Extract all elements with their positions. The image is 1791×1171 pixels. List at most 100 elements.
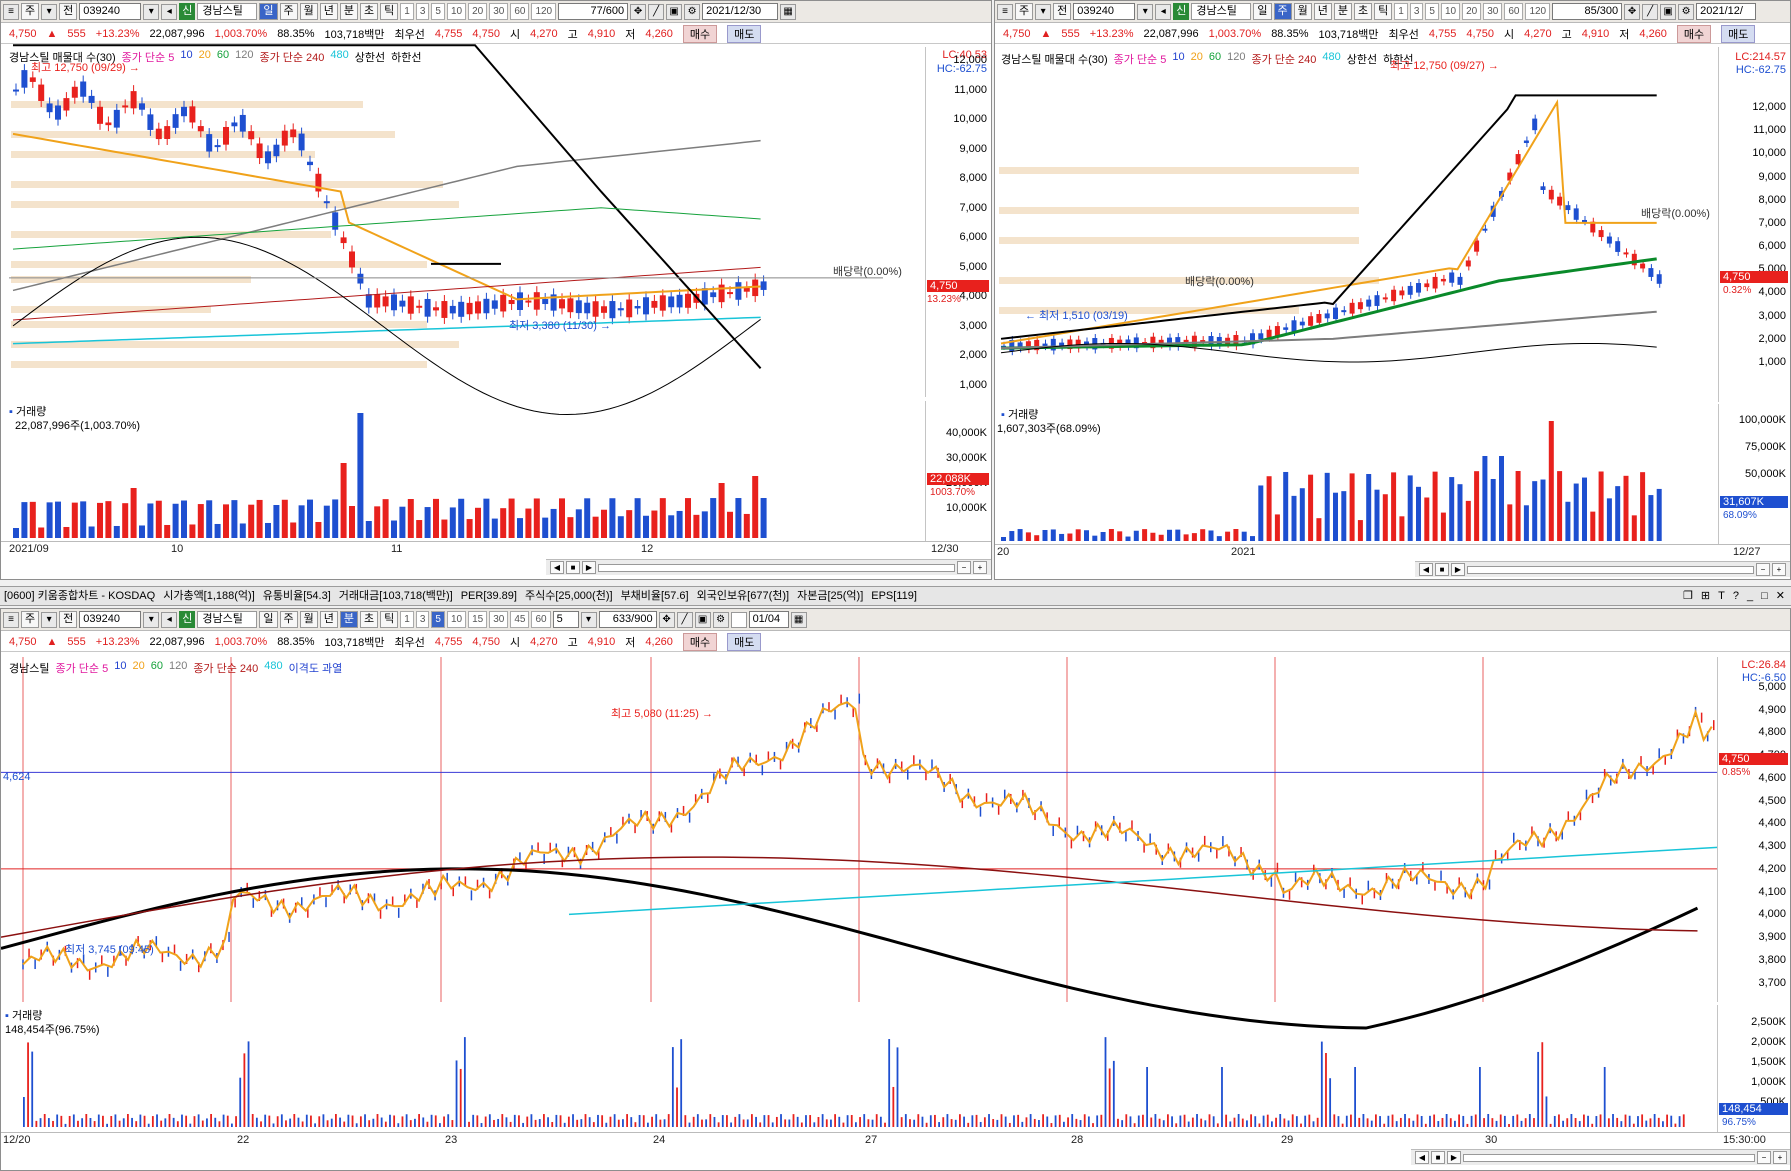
zoom-out-icon[interactable]: − xyxy=(1757,1151,1771,1164)
scroll-left-icon[interactable]: ◀ xyxy=(1415,1151,1429,1164)
type-week-button[interactable]: 주 xyxy=(21,3,40,20)
interval-1[interactable]: 1 xyxy=(400,3,414,20)
buy-button[interactable]: 매수 xyxy=(682,24,718,43)
interval-10[interactable]: 10 xyxy=(1440,3,1461,20)
sell-button[interactable]: 매도 xyxy=(1721,24,1756,43)
weekly-price-chart[interactable]: 최고 12,750 (09/27) → ← 최저 1,510 (03/19) 배당락… xyxy=(995,47,1720,402)
interval-30[interactable]: 30 xyxy=(489,3,509,20)
save-icon[interactable]: ▣ xyxy=(694,611,711,628)
interval-10[interactable]: 10 xyxy=(446,3,467,20)
minimize-icon[interactable]: _ xyxy=(1747,587,1753,605)
zoom-out-icon[interactable]: − xyxy=(1756,563,1770,576)
draw-icon[interactable]: ╱ xyxy=(648,3,665,20)
period-day-button[interactable]: 일 xyxy=(259,611,278,628)
stock-code-input[interactable]: 039240 xyxy=(1073,3,1136,20)
interval-5[interactable]: 5 xyxy=(1425,3,1439,20)
help-icon[interactable]: ? xyxy=(1733,587,1739,605)
link-icon[interactable]: ⊞ xyxy=(1701,587,1710,605)
crosshair-icon[interactable]: ✥ xyxy=(658,611,675,628)
period-day-button[interactable]: 일 xyxy=(1253,3,1272,20)
buy-button[interactable]: 매수 xyxy=(682,632,718,651)
period-minute-button[interactable]: 분 xyxy=(1333,3,1352,20)
count-field[interactable]: 85/300 xyxy=(1552,3,1623,20)
interval-45[interactable]: 45 xyxy=(510,611,530,628)
scroll-right-icon[interactable]: ▶ xyxy=(582,561,596,574)
interval-60[interactable]: 60 xyxy=(531,611,551,628)
scroll-track[interactable] xyxy=(1463,1153,1755,1162)
daily-price-chart[interactable]: 최고 12,750 (09/29) → 최저 3,380 (11/30) → 배당락… xyxy=(1,44,927,416)
period-minute-button[interactable]: 분 xyxy=(339,611,358,628)
period-tick-button[interactable]: 틱 xyxy=(380,611,399,628)
settings-icon[interactable]: ⚙ xyxy=(712,611,729,628)
interval-3[interactable]: 3 xyxy=(1409,3,1424,20)
period-year-button[interactable]: 년 xyxy=(319,3,338,20)
daily-volume-chart[interactable] xyxy=(1,401,927,541)
period-year-button[interactable]: 년 xyxy=(1313,3,1332,20)
settings-icon[interactable]: ⚙ xyxy=(1678,3,1695,20)
checkbox[interactable] xyxy=(730,611,747,628)
calendar-icon[interactable]: ▦ xyxy=(790,611,807,628)
sell-button[interactable]: 매도 xyxy=(727,632,762,651)
period-tick-button[interactable]: 틱 xyxy=(380,3,399,20)
scroll-track[interactable] xyxy=(598,563,955,572)
interval-30[interactable]: 30 xyxy=(1483,3,1503,20)
count-field[interactable]: 633/900 xyxy=(598,611,657,628)
stock-code-input[interactable]: 039240 xyxy=(79,611,142,628)
scroll-track[interactable] xyxy=(1467,565,1754,574)
interval-1[interactable]: 1 xyxy=(1394,3,1408,20)
restore-icon[interactable]: ❐ xyxy=(1683,587,1693,605)
date-field[interactable]: 2021/12/ xyxy=(1696,3,1757,20)
stock-name-field[interactable]: 경남스틸 xyxy=(197,611,258,628)
period-second-button[interactable]: 초 xyxy=(360,611,379,628)
period-week-button[interactable]: 주 xyxy=(1273,3,1292,20)
minute-price-chart[interactable]: 최고 5,080 (11:25) → 최저 3,745 (09:45) xyxy=(1,657,1720,1030)
font-icon[interactable]: T xyxy=(1718,587,1725,605)
dropdown-icon[interactable]: ▾ xyxy=(1035,3,1052,20)
period-tick-button[interactable]: 틱 xyxy=(1374,3,1393,20)
sell-button[interactable]: 매도 xyxy=(727,24,762,43)
dropdown-icon[interactable]: ▾ xyxy=(580,611,597,628)
interval-3[interactable]: 3 xyxy=(415,3,430,20)
period-day-button[interactable]: 일 xyxy=(259,3,278,20)
crosshair-icon[interactable]: ✥ xyxy=(630,3,647,20)
buy-button[interactable]: 매수 xyxy=(1676,24,1712,43)
dropdown-icon[interactable]: ▾ xyxy=(41,611,58,628)
scroll-left-icon[interactable]: ◀ xyxy=(1419,563,1433,576)
interval-5[interactable]: 5 xyxy=(431,611,445,628)
interval-10[interactable]: 10 xyxy=(446,611,467,628)
zoom-in-icon[interactable]: + xyxy=(1772,563,1786,576)
search-icon[interactable]: ▾ xyxy=(143,3,160,20)
zoom-in-icon[interactable]: + xyxy=(1773,1151,1787,1164)
sound-icon[interactable]: ◂ xyxy=(161,3,178,20)
stop-icon[interactable]: ■ xyxy=(1431,1151,1445,1164)
weekly-volume-chart[interactable] xyxy=(995,404,1720,544)
search-icon[interactable]: ▾ xyxy=(143,611,160,628)
interval-120[interactable]: 120 xyxy=(531,3,557,20)
draw-icon[interactable]: ╱ xyxy=(1642,3,1659,20)
search-icon[interactable]: ▾ xyxy=(1137,3,1154,20)
chart-scrollbar[interactable]: ◀ ■ ▶ − + xyxy=(546,559,991,575)
sound-icon[interactable]: ◂ xyxy=(1155,3,1172,20)
period-week-button[interactable]: 주 xyxy=(279,611,298,628)
interval-20[interactable]: 20 xyxy=(1462,3,1482,20)
stock-name-field[interactable]: 경남스틸 xyxy=(1191,3,1252,20)
interval-5[interactable]: 5 xyxy=(431,3,445,20)
interval-20[interactable]: 20 xyxy=(468,3,488,20)
scroll-left-icon[interactable]: ◀ xyxy=(550,561,564,574)
interval-1[interactable]: 1 xyxy=(400,611,414,628)
chart-menu-icon[interactable]: ≡ xyxy=(3,611,19,628)
minute-volume-chart[interactable] xyxy=(1,1005,1719,1132)
scroll-right-icon[interactable]: ▶ xyxy=(1447,1151,1461,1164)
calendar-icon[interactable]: ▦ xyxy=(780,3,797,20)
zoom-in-icon[interactable]: + xyxy=(973,561,987,574)
period-year-button[interactable]: 년 xyxy=(319,611,338,628)
settings-icon[interactable]: ⚙ xyxy=(684,3,701,20)
zoom-out-icon[interactable]: − xyxy=(957,561,971,574)
save-icon[interactable]: ▣ xyxy=(1660,3,1677,20)
period-week-button[interactable]: 주 xyxy=(279,3,298,20)
interval-select[interactable]: 5 xyxy=(552,611,579,628)
interval-15[interactable]: 15 xyxy=(468,611,488,628)
chart-scrollbar[interactable]: ◀ ■ ▶ − + xyxy=(1415,561,1790,577)
date-field[interactable]: 01/04 xyxy=(748,611,789,628)
jun-button[interactable]: 전 xyxy=(59,3,78,20)
